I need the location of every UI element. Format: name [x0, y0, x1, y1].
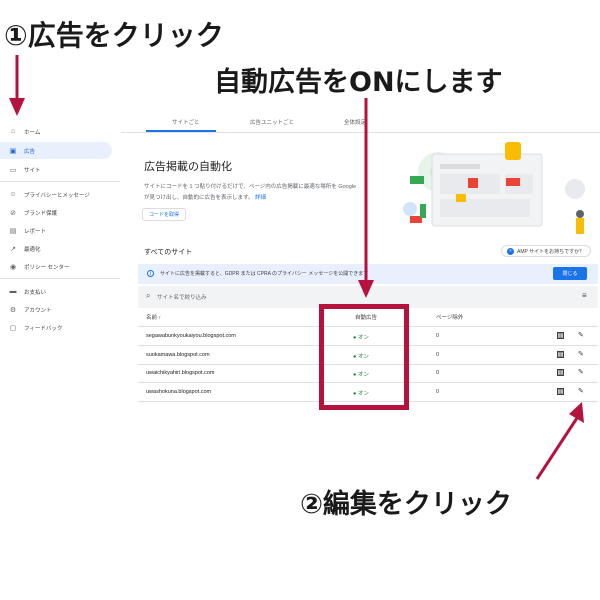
arrow-to-edit [535, 402, 584, 480]
arrow-to-ads [9, 55, 25, 116]
arrow-to-auto-ads [358, 98, 374, 298]
annotation-arrows [9, 55, 584, 480]
